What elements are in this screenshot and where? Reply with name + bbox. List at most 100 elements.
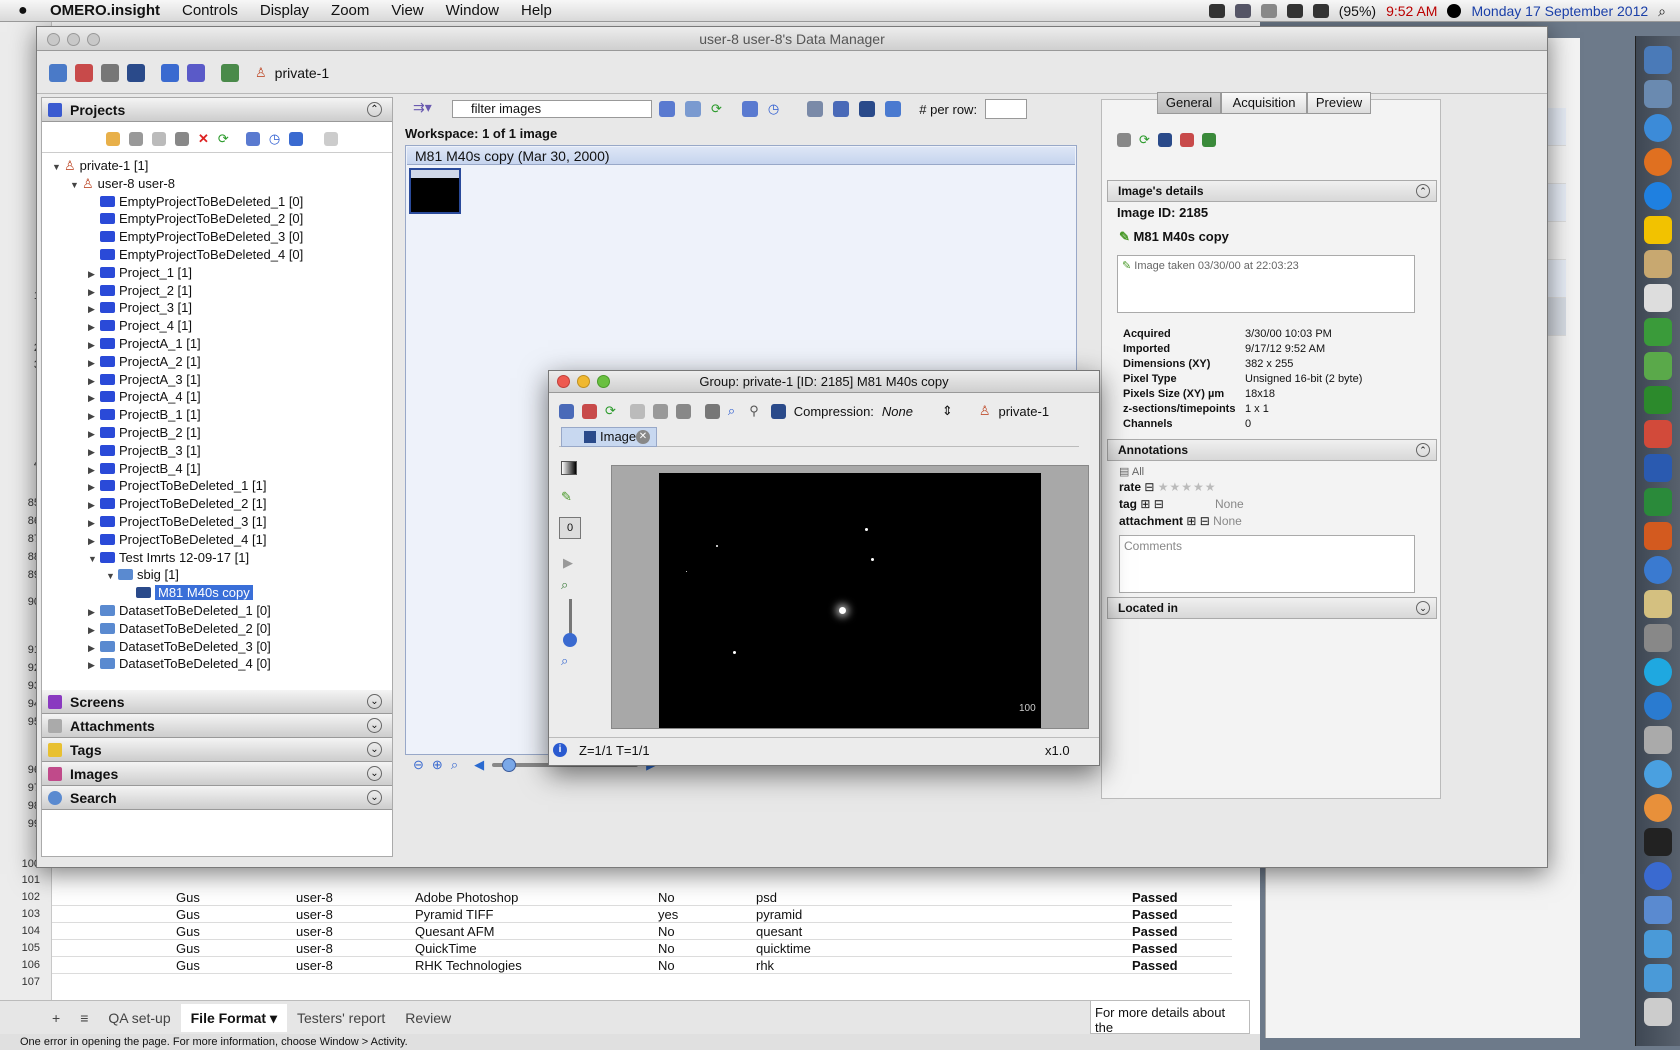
collapsed-chevron-icon[interactable]: ▶ <box>88 318 100 336</box>
copy-settings-icon[interactable] <box>629 403 645 419</box>
remove-tag-icon[interactable]: ⊟ <box>1154 497 1164 511</box>
collapsed-chevron-icon[interactable]: ▶ <box>88 389 100 407</box>
group-user-icon[interactable]: ♙ <box>255 65 267 81</box>
menu-help[interactable]: Help <box>521 2 552 19</box>
utility-dock-icon[interactable] <box>1644 624 1672 652</box>
powerpoint-dock-icon[interactable] <box>1644 522 1672 550</box>
expand-icon[interactable]: ⌄ <box>367 694 382 709</box>
tree-node[interactable]: EmptyProjectToBeDeleted_2 [0] <box>88 210 303 228</box>
magnifier-icon[interactable]: ⌕ <box>728 403 735 419</box>
table-cell[interactable]: Gus <box>176 907 200 922</box>
photo-dock-icon[interactable] <box>1644 590 1672 618</box>
messages-dock-icon[interactable] <box>1644 352 1672 380</box>
word-dock-icon[interactable] <box>1644 454 1672 482</box>
expanded-chevron-icon[interactable]: ▼ <box>88 550 100 568</box>
table-cell[interactable]: Gus <box>176 924 200 939</box>
table-cell[interactable]: No <box>658 958 675 973</box>
layout-icon[interactable] <box>833 101 850 117</box>
channel-lut-icon[interactable] <box>561 461 577 475</box>
slider-left-arrow-icon[interactable]: ◀ <box>474 757 484 773</box>
refresh-metadata-icon[interactable]: ⟳ <box>1139 132 1150 148</box>
trash-dock-icon[interactable] <box>1644 998 1672 1026</box>
collapsed-chevron-icon[interactable]: ▶ <box>88 283 100 301</box>
tile-view-icon[interactable] <box>101 63 119 82</box>
menu-window[interactable]: Window <box>446 2 499 19</box>
appstore-dock-icon[interactable] <box>1644 692 1672 720</box>
table-cell[interactable]: No <box>658 941 675 956</box>
expand-icon[interactable]: ⌄ <box>367 718 382 733</box>
menu-app-name[interactable]: OMERO.insight <box>50 2 160 19</box>
collapsed-chevron-icon[interactable]: ▶ <box>88 621 100 639</box>
tree-node[interactable]: ▶ ProjectB_1 [1] <box>88 406 201 424</box>
expanded-chevron-icon[interactable]: ▼ <box>106 567 118 585</box>
expanded-chevron-icon[interactable]: ▼ <box>52 158 64 176</box>
table-cell[interactable]: yes <box>658 907 678 922</box>
table-cell[interactable]: Passed <box>1132 941 1178 956</box>
table-cell[interactable]: Adobe Photoshop <box>415 890 518 905</box>
all-annotations-toggle[interactable]: ▤ All <box>1119 465 1144 478</box>
collapsed-chevron-icon[interactable]: ▶ <box>88 496 100 514</box>
add-sheet-button[interactable]: + <box>0 1010 70 1026</box>
table-cell[interactable]: Gus <box>176 941 200 956</box>
table-cell[interactable]: No <box>658 890 675 905</box>
ie-dock-icon[interactable] <box>1644 760 1672 788</box>
rating-stars[interactable]: ★★★★★ <box>1158 480 1217 494</box>
edit-pencil-icon[interactable]: ✎ <box>1119 229 1130 244</box>
collapsed-chevron-icon[interactable]: ▶ <box>88 461 100 479</box>
compression-select[interactable]: None <box>882 404 934 419</box>
image-details-header[interactable]: Image's details ⌃ <box>1107 180 1437 202</box>
tree-node[interactable]: EmptyProjectToBeDeleted_3 [0] <box>88 228 303 246</box>
zoom-out-icon[interactable]: ⊖ <box>413 757 424 773</box>
remove-attachment-icon[interactable]: ⊟ <box>1200 514 1210 528</box>
table-cell[interactable]: Passed <box>1132 924 1178 939</box>
image-thumbnail[interactable] <box>409 168 461 214</box>
table-cell[interactable]: psd <box>756 890 777 905</box>
collapse-icon[interactable]: ⌃ <box>1416 443 1430 457</box>
add-attachment-icon[interactable]: ⊞ <box>1186 514 1196 528</box>
apple-icon[interactable]: ● <box>18 2 36 20</box>
tab-acquisition[interactable]: Acquisition <box>1221 92 1307 114</box>
tree-node[interactable]: ▼ ♙ user-8 user-8 <box>70 175 175 193</box>
dropbox-status-icon[interactable] <box>1234 4 1251 18</box>
collapsed-chevron-icon[interactable]: ▶ <box>88 656 100 674</box>
tree-node[interactable]: ▶ DatasetToBeDeleted_2 [0] <box>88 620 271 638</box>
annotations-header[interactable]: Annotations ⌃ <box>1107 439 1437 461</box>
data-manager-icon[interactable] <box>49 63 67 82</box>
film-strip-icon[interactable] <box>859 101 876 117</box>
collapsed-chevron-icon[interactable]: ▶ <box>88 532 100 550</box>
tree-node[interactable]: ▶ Project_1 [1] <box>88 264 192 282</box>
close-window-button[interactable] <box>47 33 60 46</box>
viewer-save-icon[interactable] <box>559 403 574 419</box>
safari-dock-icon[interactable] <box>1644 114 1672 142</box>
paste-settings-icon[interactable] <box>652 403 668 419</box>
tree-node[interactable]: EmptyProjectToBeDeleted_4 [0] <box>88 246 303 264</box>
tree-node[interactable]: ▶ DatasetToBeDeleted_1 [0] <box>88 602 271 620</box>
tree-node[interactable]: ▶ ProjectA_3 [1] <box>88 371 201 389</box>
minimize-viewer-button[interactable] <box>577 375 590 388</box>
table-row[interactable]: Gus user-8 Pyramid TIFF yes pyramid Pass… <box>52 906 1232 923</box>
tree-node[interactable]: ▶ ProjectA_2 [1] <box>88 353 201 371</box>
tree-node[interactable]: ▼ sbig [1] <box>106 566 179 584</box>
view-image-icon[interactable] <box>1157 133 1172 147</box>
list-view-icon[interactable] <box>685 101 701 117</box>
tree-node[interactable]: ▶ ProjectToBeDeleted_4 [1] <box>88 531 266 549</box>
tree-node[interactable]: ▼ Test Imrts 12-09-17 [1] <box>88 549 249 567</box>
app2-dock-icon[interactable] <box>1644 794 1672 822</box>
table-cell[interactable]: Gus <box>176 890 200 905</box>
wifi-icon[interactable] <box>1286 4 1303 18</box>
table-cell[interactable]: user-8 <box>296 941 333 956</box>
image-name[interactable]: ✎ M81 M40s copy <box>1119 229 1229 245</box>
battery-percent[interactable]: (95%) <box>1339 3 1376 19</box>
app3-dock-icon[interactable] <box>1644 862 1672 890</box>
preview-dock-icon[interactable] <box>1644 80 1672 108</box>
clock-time[interactable]: 9:52 AM <box>1386 3 1437 19</box>
located-in-header[interactable]: Located in ⌄ <box>1107 597 1437 619</box>
table-cell[interactable]: quicktime <box>756 941 811 956</box>
tab-general[interactable]: General <box>1157 92 1221 114</box>
channel-button[interactable]: 0 <box>559 517 581 539</box>
zoom-window-button[interactable] <box>87 33 100 46</box>
description-field[interactable]: ✎ Image taken 03/30/00 at 22:03:23 <box>1117 255 1415 313</box>
close-viewer-button[interactable] <box>557 375 570 388</box>
viewer-edit-icon[interactable] <box>582 403 597 419</box>
tree-node[interactable]: ▶ ProjectA_1 [1] <box>88 335 201 353</box>
